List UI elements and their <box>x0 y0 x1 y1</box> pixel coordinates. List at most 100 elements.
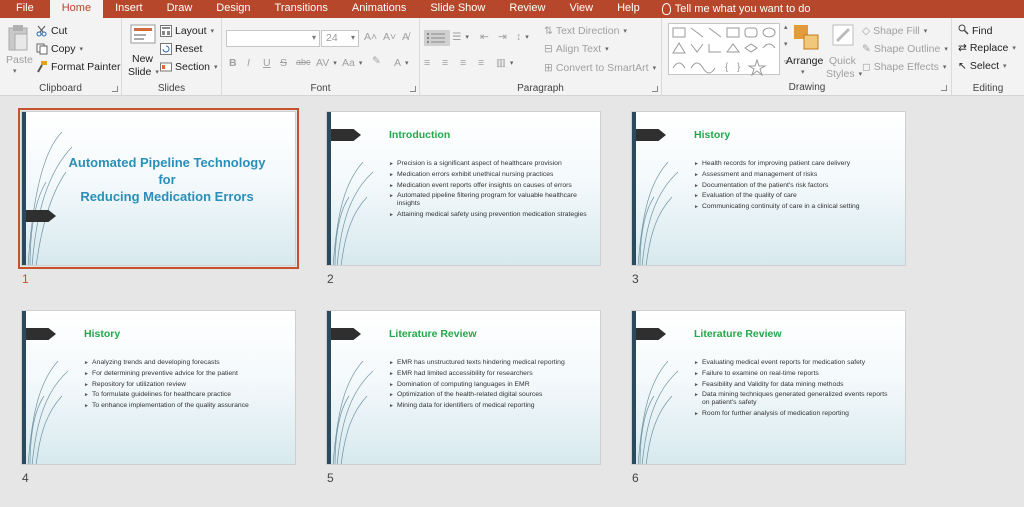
bullet-item: Data mining techniques generated general… <box>694 391 894 407</box>
layout-icon <box>160 25 172 37</box>
tab-insert[interactable]: Insert <box>103 0 155 18</box>
arrange-label: Arrange <box>786 55 824 67</box>
bullet-list: Analyzing trends and developing forecast… <box>84 359 284 413</box>
align-right-icon[interactable]: ≡ <box>460 57 466 69</box>
convert-smartart-button[interactable]: ⊞ Convert to SmartArt ▾ <box>544 62 656 74</box>
shrink-font-icon: A˅ <box>383 31 397 43</box>
tab-home[interactable]: Home <box>49 0 104 18</box>
slide-thumbnail-6[interactable]: Literature Review Evaluating medical even… <box>631 310 906 465</box>
format-painter-button[interactable]: Format Painter <box>36 61 120 73</box>
cut-label: Cut <box>51 25 68 37</box>
columns-icon[interactable]: ▥ ▾ <box>496 57 513 69</box>
drawing-group-label: Drawing <box>788 82 826 93</box>
chevron-down-icon: ▾ <box>210 28 215 35</box>
tab-design[interactable]: Design <box>204 0 262 18</box>
font-family-combo[interactable]: ▾ <box>226 30 320 47</box>
shrink-font-button[interactable]: A˅ <box>383 31 396 43</box>
slide-thumbnail-1[interactable]: Automated Pipeline Technology for Reduci… <box>18 108 299 269</box>
replace-label: Replace <box>969 42 1009 54</box>
slide-number-6: 6 <box>632 471 639 485</box>
font-launcher-icon[interactable] <box>410 86 416 92</box>
tab-file[interactable]: File <box>0 0 50 18</box>
align-left-icon[interactable]: ≡ <box>424 57 430 69</box>
copy-button[interactable]: Copy ▾ <box>36 43 83 55</box>
clipboard-launcher-icon[interactable] <box>112 86 118 92</box>
section-button[interactable]: Section ▾ <box>160 61 218 73</box>
paste-button[interactable]: Paste <box>6 54 33 66</box>
character-spacing-button[interactable]: AV ▾ <box>316 57 337 69</box>
find-button[interactable]: Find <box>958 24 992 38</box>
ribbon: Paste ▾ Cut Copy ▾ Format Painter Clipbo… <box>0 18 1024 96</box>
chevron-down-icon: ▾ <box>1012 45 1016 52</box>
lightbulb-icon <box>661 3 671 15</box>
italic-button[interactable]: I <box>247 57 250 69</box>
replace-button[interactable]: ⇄ Replace ▾ <box>958 42 1016 54</box>
paste-dropdown[interactable]: ▾ <box>12 67 17 75</box>
new-slide-label[interactable]: New <box>132 53 153 65</box>
tab-transitions[interactable]: Transitions <box>263 0 340 18</box>
shape-effects-button[interactable]: ◻ Shape Effects ▾ <box>862 61 946 73</box>
slide-thumbnail-5[interactable]: Literature Review EMR has unstructured te… <box>326 310 601 465</box>
shape-fill-button[interactable]: ◇ Shape Fill ▾ <box>862 25 927 37</box>
quick-styles-icon[interactable] <box>832 24 856 53</box>
bullet-list: Health records for improving patient car… <box>694 160 894 214</box>
paste-icon[interactable] <box>7 24 29 57</box>
highlight-icon[interactable]: ✎ <box>372 55 381 67</box>
shapes-gallery[interactable]: { } <box>668 23 780 77</box>
arrange-dropdown[interactable]: ▾ <box>800 68 805 76</box>
tab-review[interactable]: Review <box>497 0 557 18</box>
cut-button[interactable]: Cut <box>36 25 67 37</box>
tell-me-box[interactable]: Tell me what you want to do <box>652 0 823 18</box>
align-center-icon[interactable]: ≡ <box>442 57 448 69</box>
shapes-icon: { } <box>672 27 776 77</box>
tab-draw[interactable]: Draw <box>155 0 205 18</box>
shape-outline-label: Shape Outline <box>873 43 941 55</box>
quick-styles-button[interactable]: Styles ▾ <box>826 68 862 80</box>
align-text-button[interactable]: ⊟ Align Text ▾ <box>544 43 609 55</box>
quick-styles-label-2: Styles <box>826 68 855 80</box>
font-color-button[interactable]: A ▾ <box>394 57 409 69</box>
bullet-item: Medication errors exhibit unethical nurs… <box>389 171 589 179</box>
reset-button[interactable]: Reset <box>160 43 202 55</box>
shapes-scroll-down-icon[interactable]: ▾ <box>783 40 788 48</box>
text-direction-button[interactable]: ⇅ Text Direction ▾ <box>544 25 627 37</box>
shapes-scroll-up-icon[interactable]: ▴ <box>783 23 788 31</box>
bold-button[interactable]: B <box>229 57 237 69</box>
clear-formatting-button[interactable]: A̸ <box>402 31 409 43</box>
paragraph-launcher-icon[interactable] <box>652 86 658 92</box>
clipboard-group-label: Clipboard <box>39 83 82 94</box>
numbering-icon[interactable]: ☰ ▾ <box>452 31 469 43</box>
arrange-icon[interactable] <box>793 24 819 53</box>
quick-styles-label-1[interactable]: Quick <box>829 55 856 67</box>
new-slide-button[interactable]: Slide ▾ <box>128 66 159 78</box>
drawing-launcher-icon[interactable] <box>941 85 947 91</box>
tab-slide-show[interactable]: Slide Show <box>418 0 497 18</box>
chevron-down-icon: ▾ <box>358 60 363 67</box>
tab-animations[interactable]: Animations <box>340 0 418 18</box>
new-slide-icon[interactable] <box>130 24 156 51</box>
strikethrough-button[interactable]: abc <box>296 57 311 67</box>
slide-thumbnail-4[interactable]: History Analyzing trends and developing f… <box>21 310 296 465</box>
grow-font-button[interactable]: A˄ <box>364 31 377 43</box>
font-size-combo[interactable]: 24 ▾ <box>321 30 359 47</box>
shape-outline-button[interactable]: ✎ Shape Outline ▾ <box>862 43 948 55</box>
line-spacing-icon[interactable]: ↕ ▾ <box>516 31 529 43</box>
select-button[interactable]: ↖ Select ▾ <box>958 60 1007 72</box>
change-case-button[interactable]: Aa ▾ <box>342 57 362 69</box>
case-label: Aa <box>342 57 355 69</box>
justify-icon[interactable]: ≡ <box>478 57 484 69</box>
chevron-down-icon: ▾ <box>214 64 218 71</box>
bullets-icon[interactable] <box>424 30 450 46</box>
slide-thumbnail-3[interactable]: History Health records for improving pati… <box>631 111 906 266</box>
shape-effects-label: Shape Effects <box>873 61 939 73</box>
decrease-indent-icon[interactable]: ⇤ <box>480 31 489 43</box>
slide-thumbnail-2[interactable]: Introduction Precision is a significant a… <box>326 111 601 266</box>
tab-view[interactable]: View <box>557 0 605 18</box>
underline-button[interactable]: U <box>263 57 271 69</box>
tab-help[interactable]: Help <box>605 0 652 18</box>
shadow-button[interactable]: S <box>280 57 287 69</box>
increase-indent-icon[interactable]: ⇥ <box>498 31 507 43</box>
layout-button[interactable]: Layout ▾ <box>160 25 214 37</box>
arrange-button[interactable]: Arrange <box>786 55 823 67</box>
shadow-label: S <box>280 57 288 69</box>
